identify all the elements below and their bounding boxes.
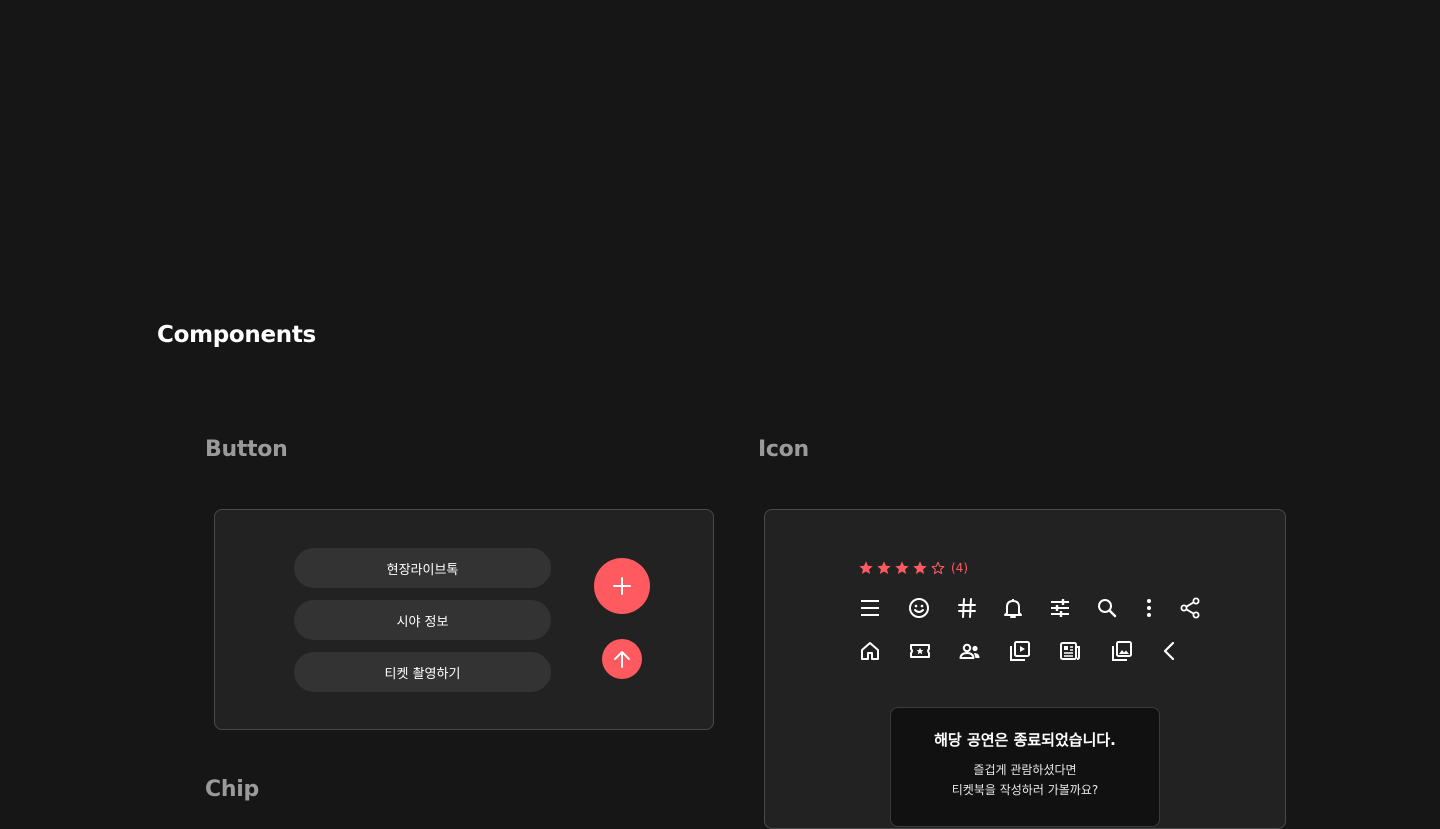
- home-icon[interactable]: [857, 638, 883, 664]
- star-outline-icon: [931, 561, 945, 575]
- plus-icon: [613, 577, 631, 595]
- star-filled-icon: [913, 561, 927, 574]
- more-vertical-icon[interactable]: [1136, 595, 1162, 621]
- photo-library-icon[interactable]: [1109, 638, 1135, 664]
- dialog-line-2: 티켓북을 작성하러 가볼까요?: [951, 783, 1099, 797]
- star-rating: (4): [858, 560, 968, 576]
- scroll-up-fab-button[interactable]: [602, 639, 642, 679]
- bell-icon[interactable]: [1000, 595, 1026, 621]
- search-icon[interactable]: [1094, 595, 1120, 621]
- page-title: Components: [157, 322, 316, 348]
- dialog-body: 즐겁게 관람하셨다면 티켓북을 작성하러 가볼까요?: [891, 760, 1159, 800]
- performance-ended-dialog: 해당 공연은 종료되었습니다. 즐겁게 관람하셨다면 티켓북을 작성하러 가볼까…: [890, 707, 1160, 827]
- sliders-icon[interactable]: [1047, 595, 1073, 621]
- hashtag-icon[interactable]: [954, 595, 980, 621]
- button-panel: 현장라이브톡 시야 정보 티켓 촬영하기: [214, 509, 714, 730]
- dialog-title: 해당 공연은 종료되었습니다.: [934, 731, 1116, 749]
- star-filled-icon: [877, 561, 891, 574]
- ticket-photo-button[interactable]: 티켓 촬영하기: [294, 652, 551, 692]
- people-icon[interactable]: [957, 638, 983, 664]
- seat-view-button[interactable]: 시야 정보: [294, 600, 551, 640]
- ticket-star-icon[interactable]: [907, 638, 933, 664]
- emoji-icon[interactable]: [906, 595, 932, 621]
- star-filled-icon: [895, 561, 909, 574]
- section-title-button: Button: [205, 437, 288, 462]
- icon-panel: (4) 해당 공연은 종료되었습니다. 즐겁게 관람하셨다면 티켓북을 작성하러…: [764, 509, 1286, 829]
- section-title-icon: Icon: [758, 437, 809, 462]
- arrow-up-icon: [614, 651, 630, 668]
- share-icon[interactable]: [1177, 595, 1203, 621]
- add-fab-button[interactable]: [594, 558, 650, 614]
- live-talk-button[interactable]: 현장라이브톡: [294, 548, 551, 588]
- news-icon[interactable]: [1057, 638, 1083, 664]
- dialog-line-1: 즐겁게 관람하셨다면: [973, 763, 1077, 777]
- section-title-chip: Chip: [205, 777, 259, 802]
- chevron-left-icon[interactable]: [1157, 638, 1183, 664]
- star-filled-icon: [859, 561, 873, 574]
- video-library-icon[interactable]: [1007, 638, 1033, 664]
- menu-icon[interactable]: [857, 595, 883, 621]
- rating-count: (4): [951, 561, 968, 575]
